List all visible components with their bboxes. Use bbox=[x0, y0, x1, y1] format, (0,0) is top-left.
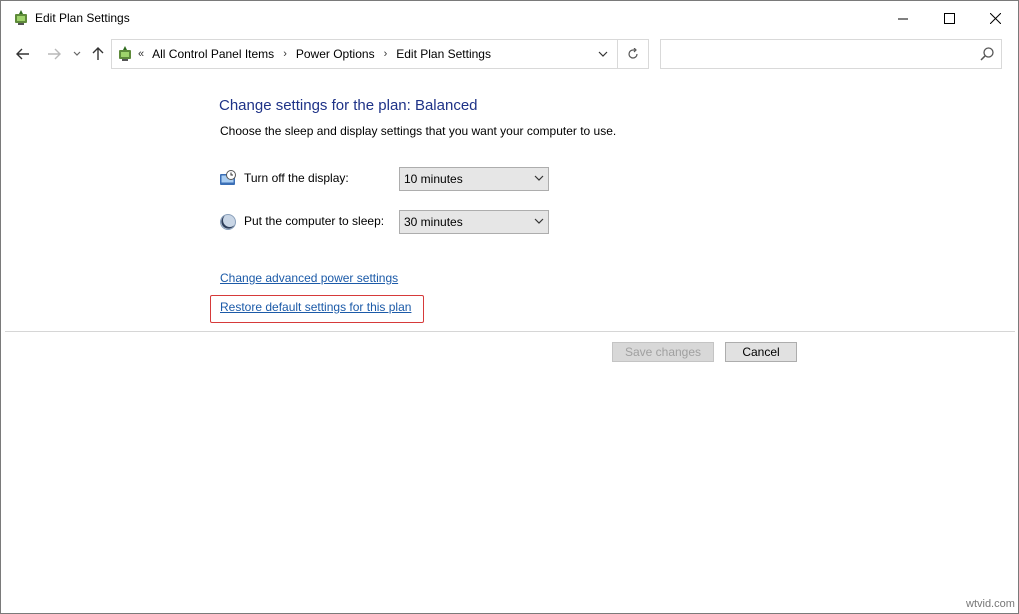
display-timer-icon bbox=[219, 170, 237, 188]
chevron-right-icon[interactable]: › bbox=[384, 48, 388, 60]
back-button[interactable] bbox=[12, 37, 34, 71]
chevron-down-icon bbox=[534, 173, 544, 183]
arrow-right-icon bbox=[47, 48, 61, 60]
maximize-icon bbox=[944, 13, 955, 24]
chevron-down-icon bbox=[73, 51, 81, 57]
change-advanced-power-settings-link[interactable]: Change advanced power settings bbox=[220, 271, 398, 285]
arrow-up-icon bbox=[92, 47, 104, 61]
forward-button[interactable] bbox=[43, 37, 65, 71]
title-bar: Edit Plan Settings bbox=[1, 1, 1018, 35]
refresh-button[interactable] bbox=[617, 39, 649, 69]
chevron-down-icon bbox=[598, 51, 608, 57]
power-options-icon bbox=[12, 9, 30, 27]
restore-default-settings-link[interactable]: Restore default settings for this plan bbox=[220, 300, 411, 314]
close-icon bbox=[990, 13, 1001, 24]
minimize-icon bbox=[898, 13, 909, 24]
cancel-button[interactable]: Cancel bbox=[725, 342, 797, 362]
breadcrumb-edit-plan-settings[interactable]: Edit Plan Settings bbox=[396, 47, 491, 61]
minimize-button[interactable] bbox=[880, 1, 926, 35]
display-timeout-value: 10 minutes bbox=[404, 172, 463, 186]
refresh-icon bbox=[627, 48, 639, 60]
moon-icon bbox=[219, 213, 237, 231]
sleep-timeout-dropdown[interactable]: 30 minutes bbox=[399, 210, 549, 234]
breadcrumb-power-options[interactable]: Power Options bbox=[296, 47, 375, 61]
navigation-bar: « All Control Panel Items › Power Option… bbox=[1, 37, 1018, 71]
window-title: Edit Plan Settings bbox=[35, 11, 130, 25]
chevron-right-icon[interactable]: › bbox=[283, 48, 287, 60]
power-options-icon bbox=[116, 45, 134, 63]
breadcrumb: « All Control Panel Items › Power Option… bbox=[136, 40, 491, 68]
chevron-down-icon bbox=[534, 216, 544, 226]
double-chevron-icon[interactable]: « bbox=[138, 48, 144, 60]
save-changes-button[interactable]: Save changes bbox=[612, 342, 714, 362]
watermark-text: wtvid.com bbox=[966, 598, 1015, 610]
display-timeout-dropdown[interactable]: 10 minutes bbox=[399, 167, 549, 191]
address-bar[interactable]: « All Control Panel Items › Power Option… bbox=[111, 39, 618, 69]
display-setting-label: Turn off the display: bbox=[244, 171, 349, 185]
page-title: Change settings for the plan: Balanced bbox=[219, 97, 478, 114]
maximize-button[interactable] bbox=[926, 1, 972, 35]
edit-plan-settings-window: Edit Plan Settings bbox=[0, 0, 1019, 614]
sleep-setting-label: Put the computer to sleep: bbox=[244, 214, 384, 228]
arrow-left-icon bbox=[16, 48, 30, 60]
up-button[interactable] bbox=[87, 37, 109, 71]
search-icon[interactable] bbox=[979, 46, 995, 62]
page-description: Choose the sleep and display settings th… bbox=[220, 124, 616, 138]
address-dropdown-button[interactable] bbox=[590, 40, 616, 68]
search-box[interactable] bbox=[660, 39, 1002, 69]
divider bbox=[5, 331, 1015, 332]
close-button[interactable] bbox=[972, 1, 1018, 35]
sleep-timeout-value: 30 minutes bbox=[404, 215, 463, 229]
recent-locations-button[interactable] bbox=[67, 37, 87, 71]
search-input[interactable] bbox=[667, 45, 971, 65]
breadcrumb-all-control-panel-items[interactable]: All Control Panel Items bbox=[152, 47, 274, 61]
